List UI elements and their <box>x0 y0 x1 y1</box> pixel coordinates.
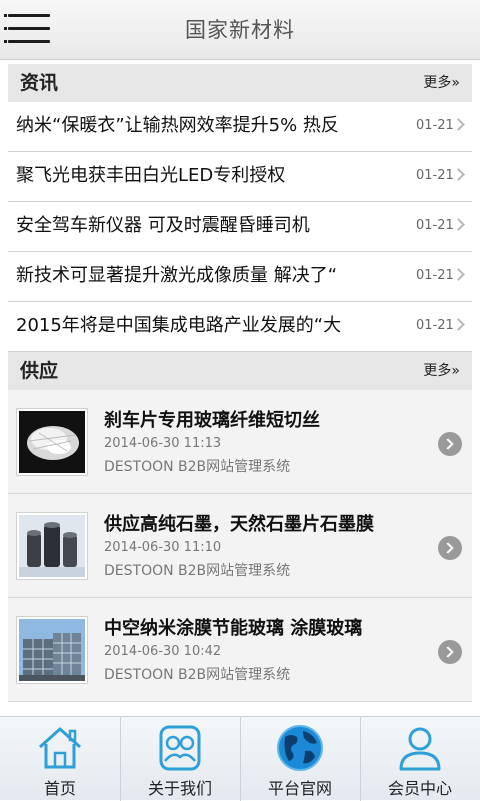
supply-section-title: 供应 <box>20 360 59 382</box>
supply-item[interactable]: 中空纳米涂膜节能玻璃 涂膜玻璃 2014-06-30 10:42 DESTOON… <box>8 598 472 702</box>
news-item-date: 01-21 <box>416 318 454 333</box>
news-item[interactable]: 安全驾车新仪器 可及时震醒昏睡司机 01-21 <box>8 202 472 252</box>
supply-item-title: 刹车片专用玻璃纤维短切丝 <box>104 410 320 431</box>
news-item-title: 新技术可显著提升激光成像质量 解决了“ <box>16 265 338 286</box>
news-item[interactable]: 2015年将是中国集成电路产业发展的“大 01-21 <box>8 302 472 352</box>
tab-about-label: 关于我们 <box>147 779 212 798</box>
user-icon <box>399 727 441 771</box>
news-item-title: 纳米“保暖衣”让输热网效率提升5% 热反 <box>16 115 339 136</box>
glass-building-image <box>16 616 88 684</box>
tab-official-site[interactable]: 平台官网 <box>240 717 360 801</box>
news-item-date: 01-21 <box>416 118 454 133</box>
news-item-date: 01-21 <box>416 268 454 283</box>
news-item[interactable]: 新技术可显著提升激光成像质量 解决了“ 01-21 <box>8 252 472 302</box>
supply-item-company: DESTOON B2B网站管理系统 <box>104 667 291 683</box>
bottom-tab-bar: 首页 关于我们 平台官网 会员中心 <box>0 716 480 801</box>
news-item-date: 01-21 <box>416 168 454 183</box>
news-list: 纳米“保暖衣”让输热网效率提升5% 热反 01-21 聚飞光电获丰田白光LED专… <box>8 102 472 352</box>
graphite-tubes-image <box>16 512 88 580</box>
supply-item[interactable]: 供应高纯石墨，天然石墨片石墨膜 2014-06-30 11:10 DESTOON… <box>8 494 472 598</box>
supply-item-title: 供应高纯石墨，天然石墨片石墨膜 <box>104 514 374 535</box>
tab-home-label: 首页 <box>43 779 76 798</box>
supply-item-date: 2014-06-30 11:13 <box>104 436 222 451</box>
supply-item-date: 2014-06-30 10:42 <box>104 644 222 659</box>
news-item-title: 安全驾车新仪器 可及时震醒昏睡司机 <box>16 215 310 236</box>
chevron-right-icon <box>452 268 465 281</box>
chevron-right-icon <box>452 168 465 181</box>
tab-home[interactable]: 首页 <box>0 717 120 801</box>
supply-more-link[interactable]: 更多» <box>423 352 460 390</box>
tab-about[interactable]: 关于我们 <box>120 717 240 801</box>
supply-item-company: DESTOON B2B网站管理系统 <box>104 459 291 475</box>
chevron-right-icon <box>452 318 465 331</box>
page-title: 国家新材料 <box>185 18 295 42</box>
home-icon <box>38 727 82 769</box>
top-bar: 国家新材料 <box>0 0 480 60</box>
supply-section-header: 供应 更多» <box>8 352 472 390</box>
news-section-header: 资讯 更多» <box>8 64 472 102</box>
supply-item-date: 2014-06-30 11:10 <box>104 540 222 555</box>
supply-item[interactable]: 刹车片专用玻璃纤维短切丝 2014-06-30 11:13 DESTOON B2… <box>8 390 472 494</box>
tab-member-center-label: 会员中心 <box>387 779 452 798</box>
tab-official-site-label: 平台官网 <box>267 779 332 798</box>
news-item-title: 2015年将是中国集成电路产业发展的“大 <box>16 315 342 336</box>
news-item-title: 聚飞光电获丰田白光LED专利授权 <box>16 165 286 186</box>
chevron-right-icon <box>452 218 465 231</box>
arrow-right-circle-icon[interactable] <box>438 640 462 664</box>
chevron-right-icon <box>452 118 465 131</box>
supply-item-title: 中空纳米涂膜节能玻璃 涂膜玻璃 <box>104 618 363 639</box>
news-section-title: 资讯 <box>20 72 59 94</box>
supply-item-company: DESTOON B2B网站管理系统 <box>104 563 291 579</box>
tab-member-center[interactable]: 会员中心 <box>360 717 480 801</box>
glass-fiber-image <box>16 408 88 476</box>
arrow-right-circle-icon[interactable] <box>438 536 462 560</box>
news-more-link[interactable]: 更多» <box>423 64 460 102</box>
about-icon <box>159 725 201 771</box>
news-item[interactable]: 纳米“保暖衣”让输热网效率提升5% 热反 01-21 <box>8 102 472 152</box>
supply-list: 刹车片专用玻璃纤维短切丝 2014-06-30 11:13 DESTOON B2… <box>8 390 472 702</box>
arrow-right-circle-icon[interactable] <box>438 432 462 456</box>
news-item-date: 01-21 <box>416 218 454 233</box>
globe-icon <box>277 725 323 771</box>
news-item[interactable]: 聚飞光电获丰田白光LED专利授权 01-21 <box>8 152 472 202</box>
